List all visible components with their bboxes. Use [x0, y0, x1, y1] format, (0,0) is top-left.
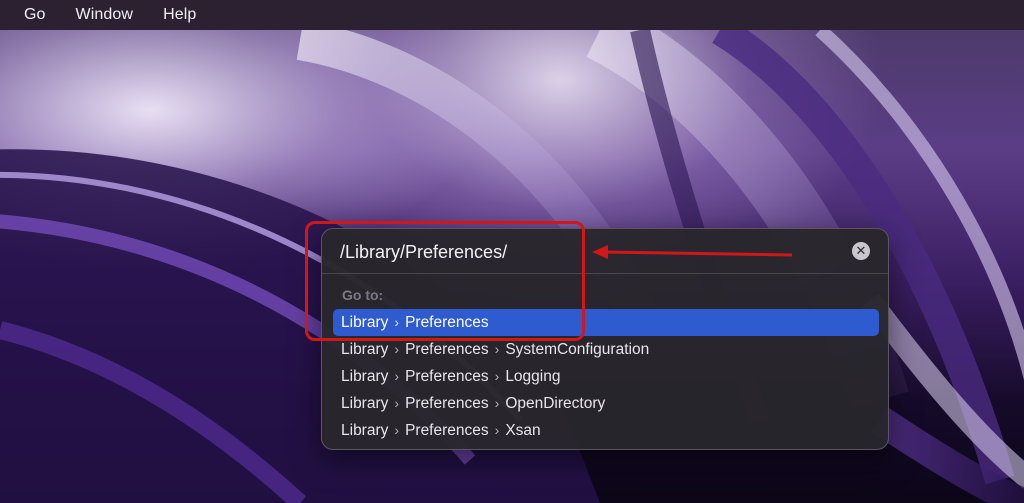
path-segment: Logging	[505, 368, 561, 385]
chevron-right-icon: ›	[394, 395, 400, 411]
annotation-highlight-box	[305, 221, 585, 341]
path-segment: Library	[341, 341, 389, 358]
menu-bar: Go Window Help	[0, 0, 1024, 30]
path-segment: Xsan	[505, 422, 541, 439]
chevron-right-icon: ›	[494, 341, 500, 357]
chevron-right-icon: ›	[494, 422, 500, 438]
chevron-right-icon: ›	[394, 341, 400, 357]
result-row-opendirectory[interactable]: Library › Preferences › OpenDirectory	[333, 390, 879, 417]
menu-window[interactable]: Window	[76, 6, 134, 24]
path-segment: Preferences	[405, 368, 489, 385]
path-segment: Library	[341, 368, 389, 385]
chevron-right-icon: ›	[394, 422, 400, 438]
path-segment: Library	[341, 422, 389, 439]
path-segment: Preferences	[405, 422, 489, 439]
path-segment: Preferences	[405, 341, 489, 358]
annotation-arrow-icon	[592, 245, 793, 259]
chevron-right-icon: ›	[494, 395, 500, 411]
menu-help[interactable]: Help	[163, 6, 196, 24]
result-row-logging[interactable]: Library › Preferences › Logging	[333, 363, 879, 390]
path-segment: Preferences	[405, 395, 489, 412]
chevron-right-icon: ›	[394, 368, 400, 384]
clear-icon[interactable]: ✕	[852, 242, 870, 260]
menu-go[interactable]: Go	[24, 6, 46, 24]
result-row-xsan[interactable]: Library › Preferences › Xsan	[333, 417, 879, 444]
path-segment: OpenDirectory	[505, 395, 606, 412]
path-segment: Library	[341, 395, 389, 412]
path-segment: SystemConfiguration	[505, 341, 650, 358]
chevron-right-icon: ›	[494, 368, 500, 384]
